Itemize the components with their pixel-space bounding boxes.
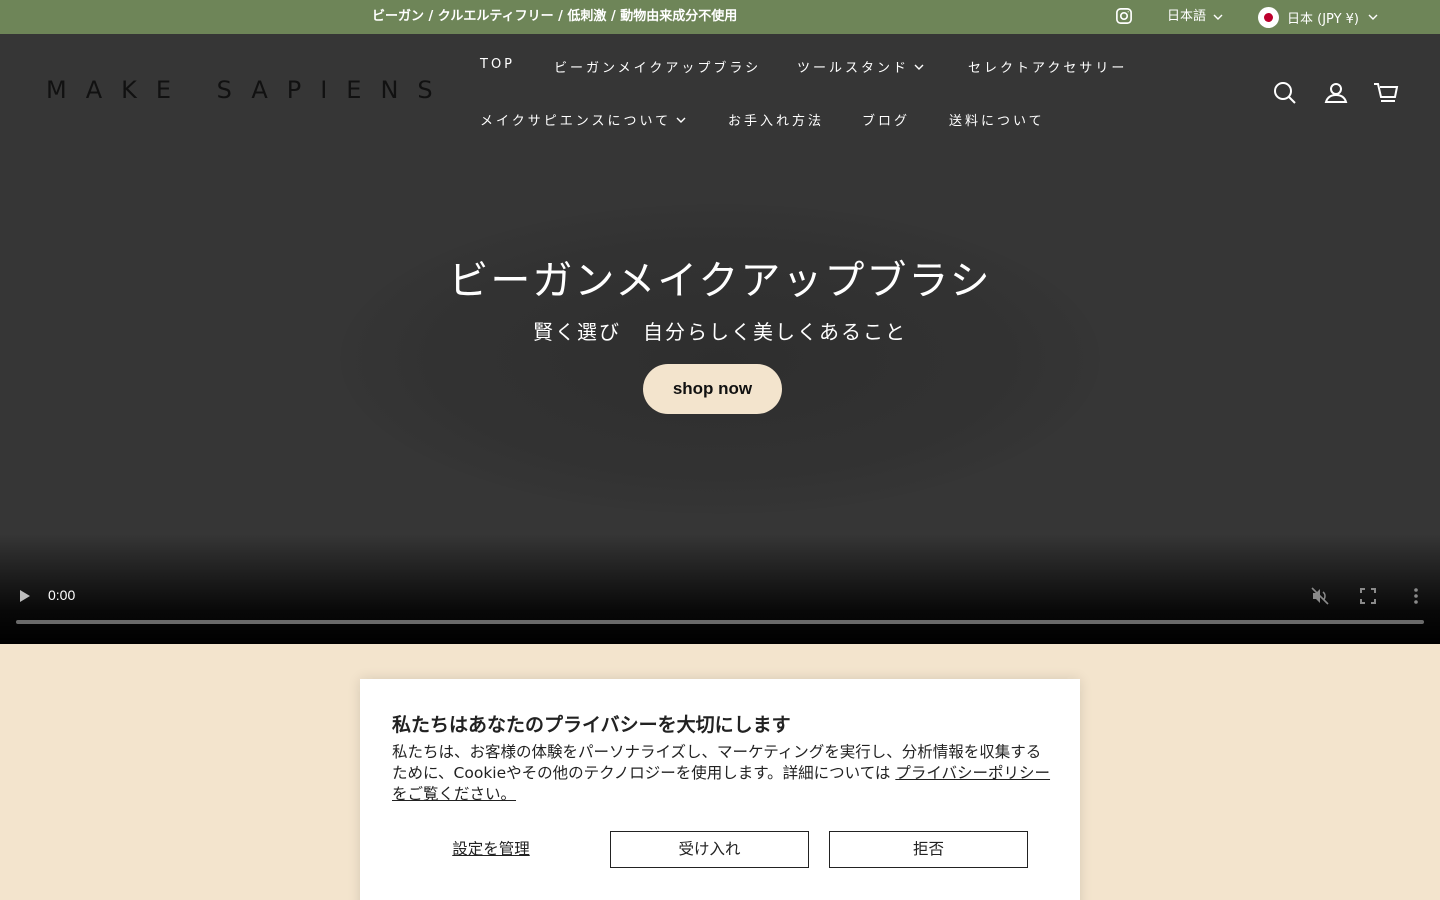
nav-label: メイクサピエンスについて [480, 114, 672, 129]
nav-tool-stand[interactable]: ツールスタンド [797, 57, 925, 76]
cart-icon[interactable] [1373, 80, 1399, 106]
nav-shipping[interactable]: 送料について [949, 110, 1045, 129]
nav-vegan-brushes[interactable]: ビーガンメイクアップブラシ [554, 57, 761, 76]
nav-label: ビーガンメイクアップブラシ [554, 61, 762, 76]
chevron-down-icon [914, 64, 924, 70]
account-icon[interactable] [1323, 80, 1349, 106]
nav-label: 送料について [949, 114, 1045, 129]
language-selector[interactable]: 日本語 [1167, 0, 1224, 34]
chevron-down-icon [1213, 14, 1223, 20]
hero-title: ビーガンメイクアップブラシ [448, 258, 992, 304]
play-icon[interactable] [17, 589, 31, 603]
nav-blog[interactable]: ブログ [862, 110, 910, 129]
nav-label: TOP [480, 57, 516, 72]
fullscreen-icon[interactable] [1360, 588, 1376, 604]
video-controls-gradient [0, 534, 1440, 644]
nav-about[interactable]: メイクサピエンスについて [480, 110, 687, 129]
chevron-down-icon [1368, 14, 1378, 20]
video-progress-bar[interactable] [16, 620, 1424, 624]
accept-button[interactable]: 受け入れ [610, 831, 809, 868]
more-icon[interactable] [1408, 587, 1424, 605]
cookie-body: 私たちは、お客様の体験をパーソナライズし、マーケティングを実行し、分析情報を収集… [392, 742, 1052, 805]
manage-settings-button[interactable]: 設定を管理 [392, 831, 590, 868]
nav-top[interactable]: TOP [480, 57, 515, 72]
cookie-consent-dialog: 私たちはあなたのプライバシーを大切にします 私たちは、お客様の体験をパーソナライ… [360, 679, 1080, 900]
nav-label: セレクトアクセサリー [968, 61, 1128, 76]
japan-flag-icon [1258, 6, 1279, 28]
video-time: 0:00 [48, 587, 76, 603]
search-icon[interactable] [1272, 80, 1298, 106]
decline-button[interactable]: 拒否 [829, 831, 1028, 868]
announcement-bar: ビーガン / クルエルティフリー / 低刺激 / 動物由来成分不使用 日本語 日… [0, 0, 1440, 34]
site-logo[interactable]: MAKE SAPIENS [46, 76, 452, 104]
language-label: 日本語 [1167, 9, 1207, 24]
nav-select-accessories[interactable]: セレクトアクセサリー [968, 57, 1127, 76]
chevron-down-icon [676, 117, 686, 123]
cookie-title: 私たちはあなたのプライバシーを大切にします [392, 714, 791, 736]
nav-label: ブログ [862, 114, 911, 129]
nav-care[interactable]: お手入れ方法 [728, 110, 824, 129]
nav-label: ツールスタンド [797, 61, 910, 76]
country-label: 日本 (JPY ¥) [1287, 11, 1360, 27]
nav-label: お手入れ方法 [728, 114, 825, 129]
shop-now-button[interactable]: shop now [643, 364, 782, 414]
mute-icon[interactable] [1310, 586, 1330, 606]
instagram-icon[interactable] [1115, 7, 1133, 25]
announcement-text: ビーガン / クルエルティフリー / 低刺激 / 動物由来成分不使用 [372, 9, 738, 24]
country-selector[interactable]: 日本 (JPY ¥) [1258, 0, 1379, 34]
hero-subtitle: 賢く選び 自分らしく美しくあること [533, 320, 907, 344]
